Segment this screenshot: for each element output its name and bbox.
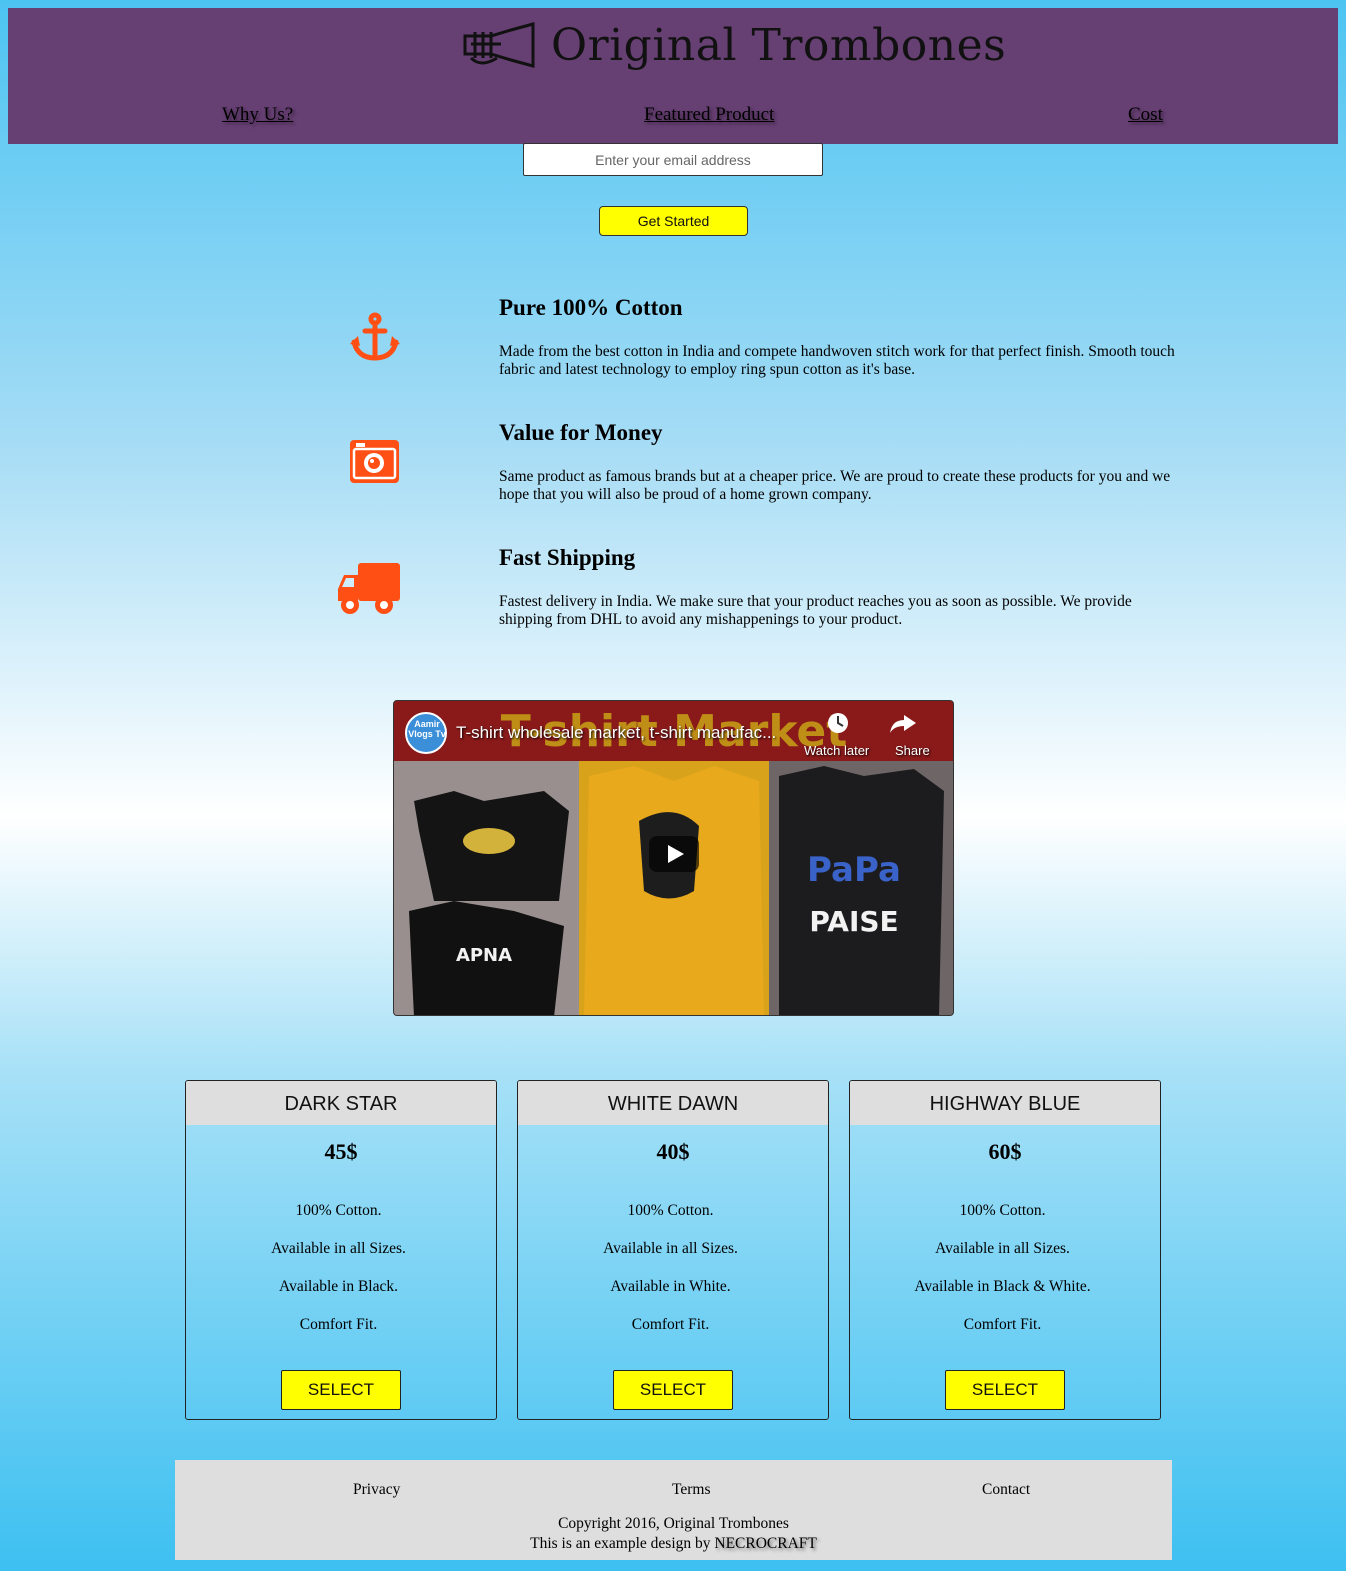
select-button[interactable]: SELECT (613, 1370, 733, 1410)
nav-featured-product[interactable]: Featured Product (644, 104, 774, 126)
svg-text:PaPa: PaPa (807, 850, 901, 890)
nav-why-us[interactable]: Why Us? (222, 104, 293, 126)
plan-feature: 100% Cotton. (627, 1202, 714, 1219)
feature-title: Fast Shipping (499, 545, 636, 570)
plan-feature: Comfort Fit. (299, 1316, 378, 1333)
share-button[interactable]: Share (895, 743, 930, 758)
credit-prefix: This is an example design by (530, 1535, 711, 1552)
feature-text: Made from the best cotton in India and c… (499, 343, 1175, 378)
plan-feature: 100% Cotton. (295, 1202, 382, 1219)
plan-feature: Available in all Sizes. (271, 1240, 406, 1257)
channel-badge[interactable]: Aamir Vlogs Tv (408, 719, 446, 739)
site-footer: Privacy Terms Contact Copyright 2016, Or… (175, 1460, 1172, 1560)
plan-price: 60$ (988, 1139, 1022, 1164)
plan-feature: 100% Cotton. (959, 1202, 1046, 1219)
watch-later-button[interactable]: Watch later (804, 743, 869, 758)
trumpet-icon (463, 21, 535, 68)
svg-text:APNA: APNA (456, 945, 512, 966)
plan-feature: Comfort Fit. (631, 1316, 710, 1333)
footer-link-terms[interactable]: Terms (672, 1481, 711, 1499)
plan-feature: Available in all Sizes. (935, 1240, 1070, 1257)
nav-cost[interactable]: Cost (1128, 104, 1163, 126)
plan-feature: Comfort Fit. (963, 1316, 1042, 1333)
plan-feature: Available in all Sizes. (603, 1240, 738, 1257)
copyright-text: Copyright 2016, Original Trombones (558, 1515, 789, 1532)
plan-feature: Available in White. (610, 1278, 731, 1295)
camera-icon (350, 440, 399, 487)
plan-name: WHITE DAWN (518, 1081, 828, 1125)
video-thumbnail: PaPa PAISE APNA T-shirt Market (394, 701, 953, 1015)
plan-name: HIGHWAY BLUE (850, 1081, 1160, 1125)
svg-text:PAISE: PAISE (809, 905, 898, 938)
footer-link-contact[interactable]: Contact (982, 1481, 1030, 1499)
select-button[interactable]: SELECT (281, 1370, 401, 1410)
site-header: Original Trombones Why Us? Featured Prod… (8, 8, 1338, 144)
plan-card-white-dawn: WHITE DAWN 40$ 100% Cotton. Available in… (517, 1080, 829, 1420)
feature-title: Value for Money (499, 420, 663, 445)
anchor-icon (350, 312, 400, 366)
video-embed[interactable]: PaPa PAISE APNA T-shirt Market Aamir Vlo… (393, 700, 954, 1016)
select-button[interactable]: SELECT (945, 1370, 1065, 1410)
plan-feature: Available in Black & White. (914, 1278, 1091, 1295)
plan-price: 45$ (324, 1139, 358, 1164)
plan-name: DARK STAR (186, 1081, 496, 1125)
footer-link-privacy[interactable]: Privacy (353, 1481, 400, 1499)
plan-feature: Available in Black. (279, 1278, 398, 1295)
truck-icon (338, 563, 400, 619)
brand-title: Original Trombones (551, 20, 1007, 71)
get-started-button[interactable]: Get Started (599, 206, 748, 236)
video-title[interactable]: T-shirt wholesale market, t-shirt manufa… (456, 723, 776, 743)
credit-line: This is an example design by NECROCRAFT (175, 1535, 1172, 1553)
feature-text: Fastest delivery in India. We make sure … (499, 593, 1132, 628)
plan-card-dark-star: DARK STAR 45$ 100% Cotton. Available in … (185, 1080, 497, 1420)
credit-name[interactable]: NECROCRAFT (714, 1535, 817, 1552)
plan-price: 40$ (656, 1139, 690, 1164)
feature-text: Same product as famous brands but at a c… (499, 468, 1171, 503)
email-input[interactable] (523, 143, 823, 176)
plan-card-highway-blue: HIGHWAY BLUE 60$ 100% Cotton. Available … (849, 1080, 1161, 1420)
logo[interactable]: Original Trombones (461, 20, 1006, 71)
feature-title: Pure 100% Cotton (499, 295, 683, 320)
